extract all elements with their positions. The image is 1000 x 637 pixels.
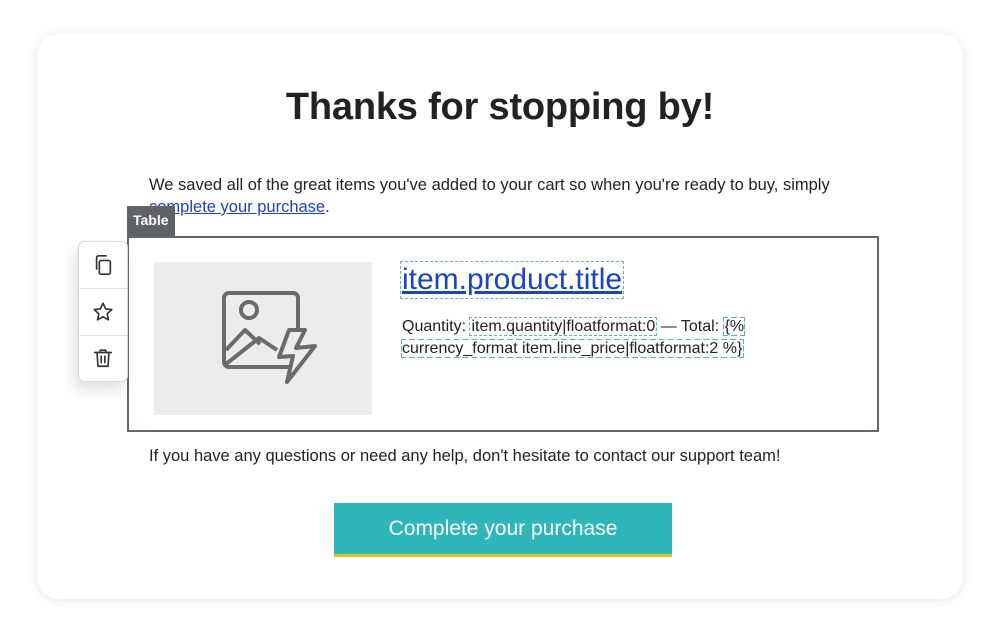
complete-purchase-link[interactable]: complete your purchase bbox=[149, 198, 325, 216]
quantity-label: Quantity: bbox=[402, 318, 471, 335]
intro-paragraph: We saved all of the great items you've a… bbox=[149, 174, 849, 218]
product-title-link[interactable]: item.product.title bbox=[399, 261, 625, 299]
trash-icon bbox=[93, 349, 113, 368]
product-image-placeholder bbox=[154, 262, 372, 415]
intro-text: We saved all of the great items you've a… bbox=[149, 176, 830, 194]
duplicate-button[interactable] bbox=[79, 242, 127, 288]
quantity-tag[interactable]: item.quantity|floatformat:0 bbox=[469, 317, 658, 336]
block-type-label: Table bbox=[127, 206, 175, 236]
image-placeholder-icon bbox=[222, 291, 317, 384]
page-title: Thanks for stopping by! bbox=[285, 86, 715, 128]
product-details: Quantity: item.quantity|floatformat:0 — … bbox=[400, 316, 782, 360]
favorite-button[interactable] bbox=[79, 289, 127, 335]
intro-end: . bbox=[325, 198, 330, 216]
star-icon bbox=[93, 302, 113, 321]
block-toolbar bbox=[78, 241, 128, 382]
copy-icon bbox=[95, 255, 112, 275]
complete-purchase-button[interactable]: Complete your purchase bbox=[334, 503, 672, 557]
total-label: — Total: bbox=[656, 318, 724, 335]
delete-button[interactable] bbox=[79, 335, 127, 381]
table-block[interactable]: item.product.title Quantity: item.quanti… bbox=[127, 236, 879, 432]
help-paragraph: If you have any questions or need any he… bbox=[149, 447, 781, 465]
